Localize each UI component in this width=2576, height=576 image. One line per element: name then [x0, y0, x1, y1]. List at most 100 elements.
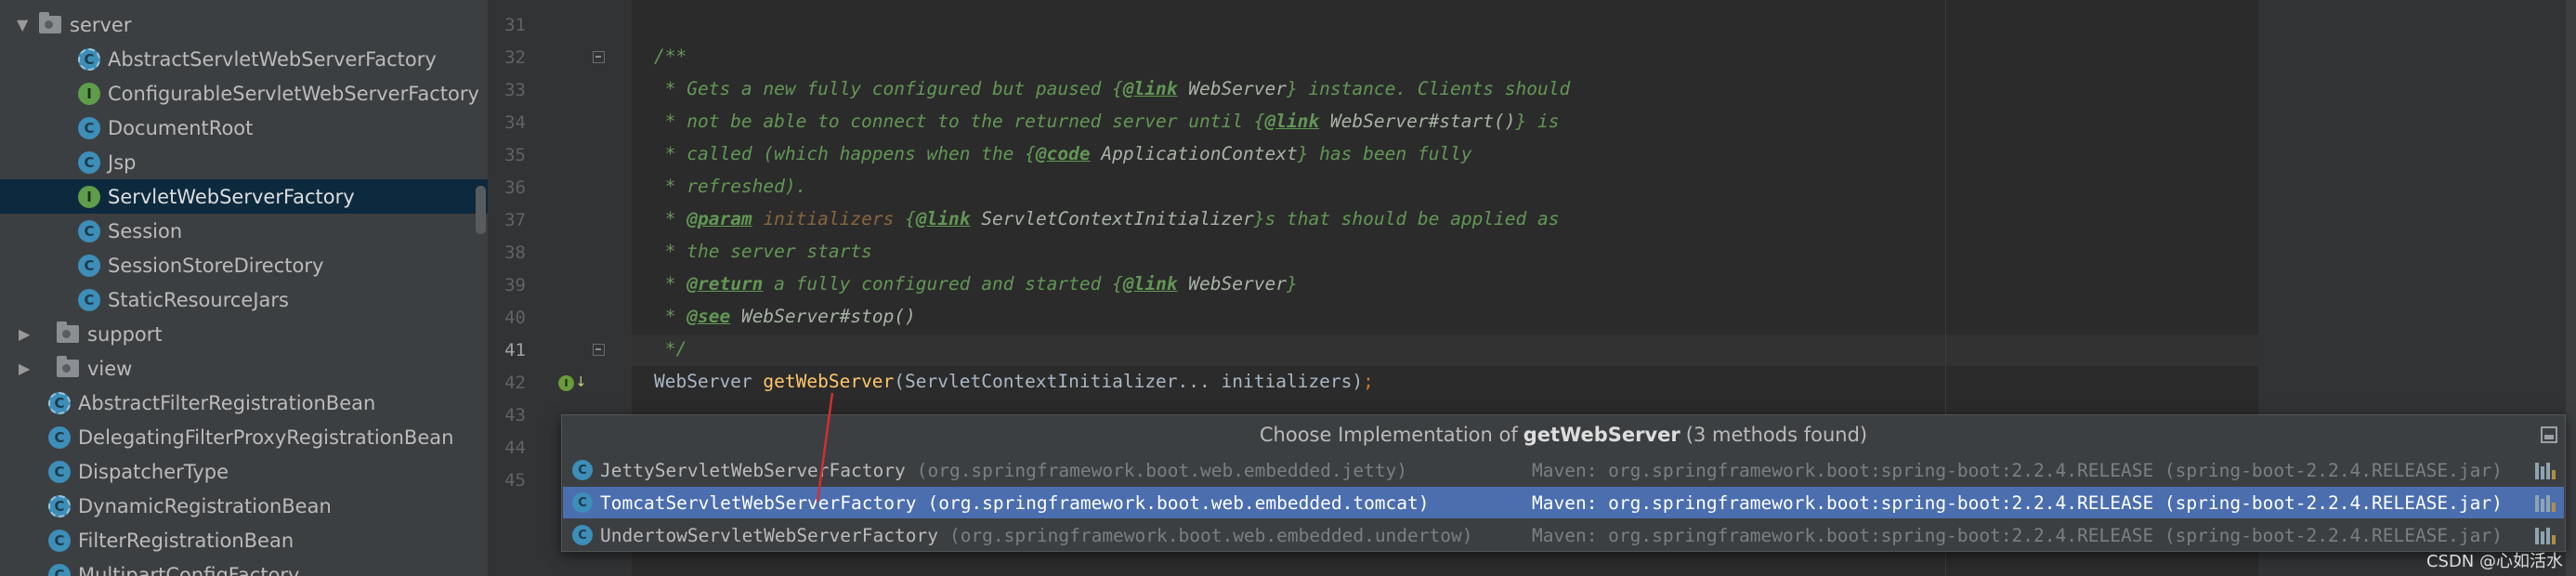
comment-text: [1178, 78, 1189, 99]
implementation-item-undertow[interactable]: C UndertowServletWebServerFactory (org.s…: [563, 519, 2564, 551]
method-name[interactable]: getWebServer: [763, 371, 894, 392]
pin-window-icon[interactable]: [2541, 426, 2557, 443]
javadoc-reference[interactable]: WebServer#start(): [1330, 111, 1516, 132]
javadoc-reference[interactable]: ApplicationContext: [1101, 143, 1297, 164]
tree-item-label: FilterRegistrationBean: [78, 529, 294, 552]
line-number: 34: [504, 112, 526, 133]
library-icon: [2535, 526, 2556, 544]
javadoc-tag: @link: [1264, 111, 1320, 132]
javadoc-tag: @return: [686, 273, 764, 295]
class-icon: C: [48, 529, 71, 552]
line-number: 42: [504, 373, 526, 393]
comment-text: *: [654, 273, 687, 295]
comment-text: [1091, 143, 1102, 164]
popup-title: Choose Implementation of getWebServer (3…: [562, 415, 2565, 454]
tree-item-multipart-config-factory[interactable]: C MultipartConfigFactory: [0, 557, 488, 576]
comment-text: {: [894, 208, 916, 229]
code-line-35: * called (which happens when the {@code …: [654, 137, 1472, 170]
javadoc-tag: @link: [915, 208, 971, 229]
code-line-32: /**: [654, 46, 687, 67]
comment-text: *: [654, 306, 687, 327]
code-line-36: * refreshed).: [654, 176, 807, 197]
implemented-method-icon[interactable]: I: [558, 375, 574, 391]
code-line-41: */: [654, 338, 687, 360]
library-icon: [2535, 493, 2556, 512]
implementation-package: (org.springframework.boot.web.embedded.u…: [948, 524, 1473, 546]
code-line-34: * not be able to connect to the returned…: [654, 105, 1560, 137]
code-line-40: * @see WebServer#stop(): [654, 300, 916, 333]
tree-item-label: DynamicRegistrationBean: [78, 494, 332, 517]
library-icon: [2535, 461, 2556, 479]
implementation-name: UndertowServletWebServerFactory: [600, 524, 938, 546]
comment-text: * Gets a new fully configured but paused…: [654, 78, 1123, 99]
comment-text: * not be able to connect to the returned…: [654, 111, 1265, 132]
comment-text: a fully configured and started {: [763, 273, 1123, 295]
javadoc-reference[interactable]: WebServer#stop(): [741, 306, 916, 327]
fold-collapse-icon[interactable]: [593, 344, 605, 356]
javadoc-param-name: initializers: [763, 208, 895, 229]
comment-text: }s that should be applied as: [1253, 208, 1560, 229]
comment-text: [730, 306, 741, 327]
comment-text: * called (which happens when the {: [654, 143, 1036, 164]
implementation-item-tomcat[interactable]: C TomcatServletWebServerFactory (org.spr…: [563, 487, 2564, 518]
javadoc-tag: @see: [686, 306, 731, 327]
class-icon: C: [48, 563, 71, 576]
line-number: 44: [504, 438, 526, 458]
fold-collapse-icon[interactable]: [593, 51, 605, 63]
class-icon: C: [572, 525, 593, 545]
javadoc-reference[interactable]: ServletContextInitializer: [981, 208, 1254, 229]
line-number: 40: [504, 308, 526, 328]
comment-text: [971, 208, 982, 229]
line-number: 43: [504, 405, 526, 425]
chevron-right-icon[interactable]: ▶: [19, 326, 32, 341]
abstract-class-icon: C: [48, 494, 71, 517]
line-number-current: 41: [504, 340, 526, 360]
comment-text: }: [1286, 273, 1298, 295]
current-line-highlight: [632, 334, 2258, 366]
code-line-38: * the server starts: [654, 241, 872, 262]
comment-text: [752, 208, 764, 229]
javadoc-tag: @link: [1122, 78, 1178, 99]
code-line-42: WebServer getWebServer(ServletContextIni…: [654, 365, 1374, 398]
line-number: 35: [504, 145, 526, 165]
line-number: 38: [504, 242, 526, 263]
comment-text: } instance. Clients should: [1286, 78, 1571, 99]
javadoc-reference[interactable]: WebServer: [1188, 273, 1287, 295]
arrow-down-icon[interactable]: ↓: [575, 373, 587, 390]
popup-title-suffix: (3 methods found): [1685, 424, 1868, 446]
line-number: 31: [504, 15, 526, 35]
comment-text: [1319, 111, 1330, 132]
implementation-library: Maven: org.springframework.boot:spring-b…: [1532, 524, 2503, 546]
implementation-item-jetty[interactable]: C JettyServletWebServerFactory (org.spri…: [563, 454, 2564, 486]
line-number: 39: [504, 275, 526, 295]
editor-scrollbar[interactable]: [2566, 0, 2576, 576]
code-line-33: * Gets a new fully configured but paused…: [654, 72, 1570, 105]
javadoc-tag: @param: [686, 208, 752, 229]
tree-item-filter-registration-bean[interactable]: C FilterRegistrationBean: [0, 523, 488, 557]
comment-text: } has been fully: [1297, 143, 1472, 164]
watermark: CSDN @心如活水: [2426, 552, 2563, 571]
implementation-library: Maven: org.springframework.boot:spring-b…: [1532, 491, 2503, 514]
tree-item-label: MultipartConfigFactory: [78, 563, 300, 576]
popup-title-prefix: Choose Implementation of: [1259, 424, 1518, 446]
implementation-name: JettyServletWebServerFactory: [600, 459, 906, 481]
implementation-library: Maven: org.springframework.boot:spring-b…: [1532, 459, 2503, 481]
class-icon: C: [572, 460, 593, 480]
tree-item-dynamic-registration-bean[interactable]: C DynamicRegistrationBean: [0, 489, 488, 523]
return-type[interactable]: WebServer: [654, 371, 763, 392]
implementation-package: (org.springframework.boot.web.embedded.j…: [916, 459, 1408, 481]
implementation-name: TomcatServletWebServerFactory: [600, 491, 917, 514]
line-number: 37: [504, 210, 526, 230]
comment-text: } is: [1515, 111, 1560, 132]
code-line-39: * @return a fully configured and started…: [654, 268, 1298, 300]
javadoc-reference[interactable]: WebServer: [1188, 78, 1287, 99]
code-line-37: * @param initializers {@link ServletCont…: [654, 203, 1560, 235]
javadoc-tag: @code: [1035, 143, 1091, 164]
line-number: 36: [504, 177, 526, 198]
line-number: 33: [504, 80, 526, 100]
javadoc-tag: @link: [1122, 273, 1178, 295]
implementation-package: (org.springframework.boot.web.embedded.t…: [927, 491, 1430, 514]
line-number: 45: [504, 470, 526, 491]
comment-text: *: [654, 208, 687, 229]
class-icon: C: [572, 492, 593, 513]
